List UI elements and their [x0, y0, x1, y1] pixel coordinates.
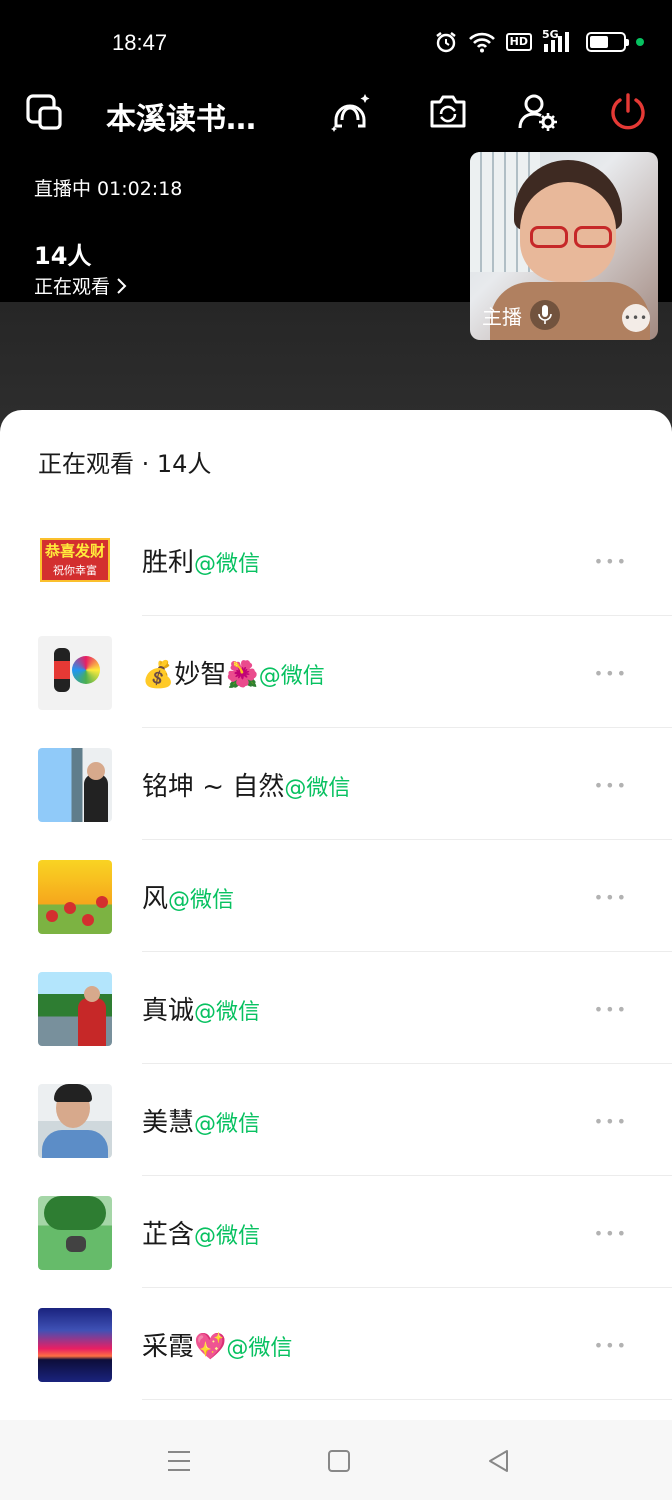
viewer-source: @微信 — [284, 776, 351, 801]
list-item[interactable]: 美慧@微信 ••• — [0, 1064, 672, 1176]
status-time: 18:47 — [112, 30, 168, 55]
hd-badge: HD — [505, 33, 532, 51]
viewer-source: @微信 — [258, 664, 325, 689]
viewer-name: 💰妙智🌺@微信 — [142, 660, 325, 690]
status-bar: 18:47 HD 5G — [0, 0, 672, 80]
camera-flip-button[interactable] — [424, 88, 472, 136]
window-switch-button[interactable] — [20, 88, 68, 136]
room-title: 本溪读书… — [106, 102, 256, 137]
viewer-name: 胜利@微信 — [142, 548, 261, 578]
list-item[interactable]: 芷含@微信 ••• — [0, 1176, 672, 1288]
more-icon[interactable]: ••• — [594, 1112, 628, 1131]
more-icon[interactable]: ••• — [594, 888, 628, 907]
avatar — [38, 972, 112, 1046]
more-icon[interactable]: ••• — [594, 1336, 628, 1355]
viewer-name: 美慧@微信 — [142, 1108, 261, 1138]
list-item[interactable]: 铭坤 ~ 自然@微信 ••• — [0, 728, 672, 840]
live-header: 本溪读书… — [0, 80, 672, 144]
viewer-name: 铭坤 ~ 自然@微信 — [142, 772, 351, 802]
viewer-source: @微信 — [194, 1224, 261, 1249]
viewer-list: 恭喜发财 祝你幸富 胜利@微信 ••• 💰妙智🌺@微信 ••• 铭坤 ~ 自然@… — [0, 504, 672, 1400]
back-icon — [489, 1450, 508, 1472]
more-icon: ••• — [623, 311, 649, 325]
viewer-source: @微信 — [226, 1336, 293, 1361]
menu-icon — [168, 1451, 190, 1471]
list-item[interactable]: 真诚@微信 ••• — [0, 952, 672, 1064]
mic-icon — [530, 300, 560, 330]
host-glasses — [530, 226, 612, 248]
member-settings-button[interactable] — [514, 88, 562, 136]
host-video-tile[interactable]: 主播 ••• — [470, 152, 658, 340]
viewer-count: 14人 — [34, 242, 92, 270]
status-icons: HD 5G — [434, 28, 644, 54]
sheet-title: 正在观看 · 14人 — [38, 450, 212, 478]
host-label-text: 主播 — [482, 304, 522, 329]
list-item[interactable]: 💰妙智🌺@微信 ••• — [0, 616, 672, 728]
avatar: 恭喜发财 祝你幸富 — [38, 524, 112, 598]
signal-5g-icon: 5G — [542, 28, 576, 54]
more-icon[interactable]: ••• — [594, 776, 628, 795]
more-icon[interactable]: ••• — [594, 1224, 628, 1243]
list-item[interactable]: 采霞💖@微信 ••• — [0, 1288, 672, 1400]
viewer-source: @微信 — [194, 1000, 261, 1025]
viewer-list-link[interactable]: 正在观看 — [34, 272, 128, 299]
viewer-name: 采霞💖@微信 — [142, 1332, 293, 1362]
avatar — [38, 860, 112, 934]
member-settings-icon — [518, 94, 557, 131]
more-icon[interactable]: ••• — [594, 1000, 628, 1019]
avatar — [38, 1084, 112, 1158]
avatar — [38, 636, 112, 710]
viewer-name: 风@微信 — [142, 884, 235, 914]
host-label: 主播 — [482, 300, 560, 330]
alarm-icon — [435, 32, 456, 53]
camera-flip-icon — [430, 95, 466, 128]
viewer-source: @微信 — [194, 552, 261, 577]
back-button[interactable] — [482, 1444, 516, 1478]
wifi-icon — [468, 32, 495, 53]
avatar — [38, 1196, 112, 1270]
more-icon[interactable]: ••• — [594, 664, 628, 683]
home-icon — [328, 1450, 350, 1472]
more-icon[interactable]: ••• — [594, 552, 628, 571]
avatar — [38, 1308, 112, 1382]
divider — [142, 1399, 672, 1400]
window-switch-icon — [26, 94, 62, 130]
live-status-text: 直播中 01:02:18 — [34, 178, 183, 200]
system-navigation-bar — [0, 1420, 672, 1500]
power-icon — [611, 93, 645, 130]
beauty-filter-button[interactable] — [326, 88, 374, 136]
menu-button[interactable] — [162, 1444, 196, 1478]
list-item[interactable]: 恭喜发财 祝你幸富 胜利@微信 ••• — [0, 504, 672, 616]
viewer-source: @微信 — [168, 888, 235, 913]
beauty-filter-icon — [331, 94, 370, 132]
list-item[interactable]: 风@微信 ••• — [0, 840, 672, 952]
battery-icon — [586, 32, 629, 52]
avatar — [38, 748, 112, 822]
viewer-link-label: 正在观看 — [34, 276, 111, 298]
viewer-name: 芷含@微信 — [142, 1220, 261, 1250]
viewer-source: @微信 — [194, 1112, 261, 1137]
chevron-right-icon — [117, 277, 127, 294]
viewer-list-sheet: 正在观看 · 14人 恭喜发财 祝你幸富 胜利@微信 ••• 💰妙智🌺@微信 •… — [0, 410, 672, 1420]
host-more-button[interactable]: ••• — [622, 304, 650, 332]
home-button[interactable] — [322, 1444, 356, 1478]
viewer-name: 真诚@微信 — [142, 996, 261, 1026]
privacy-indicator-dot — [636, 38, 644, 46]
end-live-button[interactable] — [604, 88, 652, 136]
